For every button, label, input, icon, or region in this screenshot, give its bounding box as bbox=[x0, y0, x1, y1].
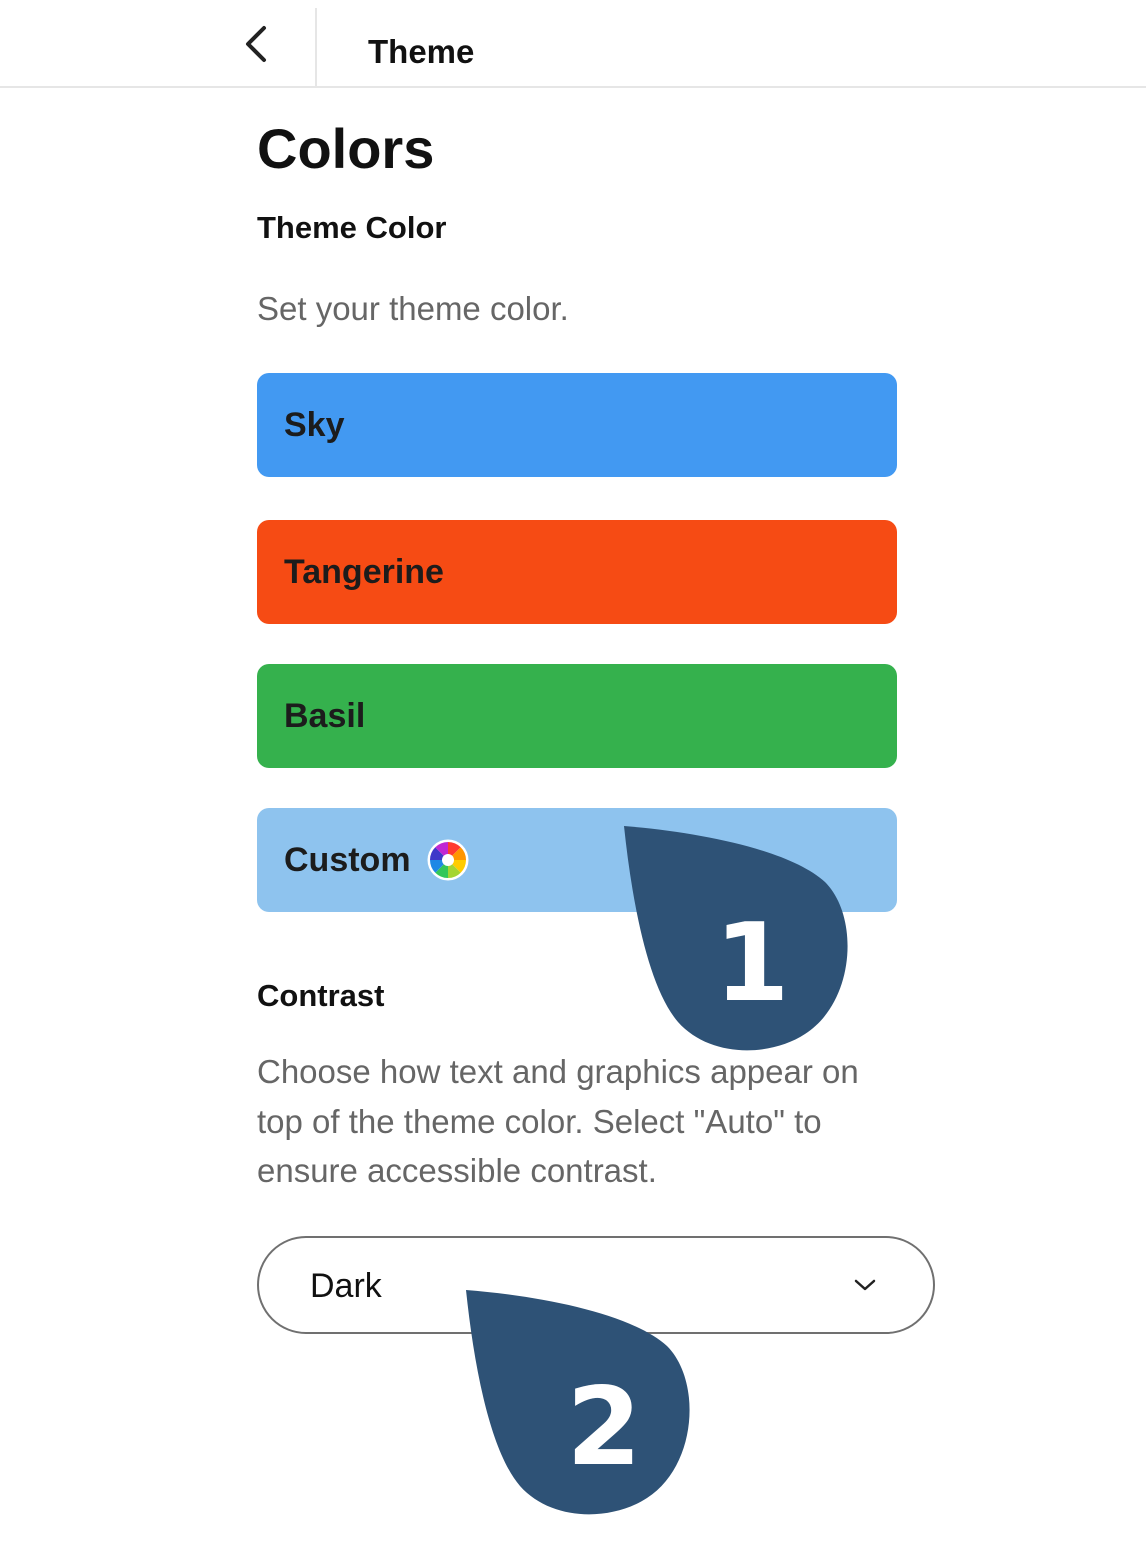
swatch-sky-button[interactable]: Sky bbox=[257, 373, 897, 477]
contrast-heading: Contrast bbox=[257, 978, 385, 1013]
header-divider bbox=[315, 8, 317, 88]
chevron-left-icon bbox=[242, 24, 270, 69]
swatch-label: Custom bbox=[284, 840, 411, 879]
callout-marker-1: 1 bbox=[620, 822, 856, 1063]
top-bar: Theme bbox=[0, 0, 1146, 88]
theme-color-description: Set your theme color. bbox=[257, 290, 569, 327]
contrast-description-line: ensure accessible contrast. bbox=[257, 1152, 657, 1189]
callout-marker-2: 2 bbox=[462, 1286, 698, 1527]
header-title: Theme bbox=[368, 33, 475, 70]
color-wheel-icon bbox=[427, 839, 469, 881]
swatch-tangerine-button[interactable]: Tangerine bbox=[257, 520, 897, 624]
back-button[interactable] bbox=[226, 16, 286, 76]
swatch-label: Sky bbox=[284, 405, 345, 444]
swatch-label: Basil bbox=[284, 696, 366, 735]
callout-number: 1 bbox=[714, 901, 789, 1026]
swatch-label: Tangerine bbox=[284, 552, 444, 591]
theme-color-heading: Theme Color bbox=[257, 210, 447, 245]
callout-number: 2 bbox=[566, 1365, 641, 1490]
page-title: Colors bbox=[257, 117, 435, 180]
chevron-down-icon bbox=[853, 1276, 877, 1294]
contrast-description-line: top of the theme color. Select "Auto" to bbox=[257, 1103, 822, 1140]
contrast-select-value: Dark bbox=[310, 1267, 382, 1305]
swatch-basil-button[interactable]: Basil bbox=[257, 664, 897, 768]
